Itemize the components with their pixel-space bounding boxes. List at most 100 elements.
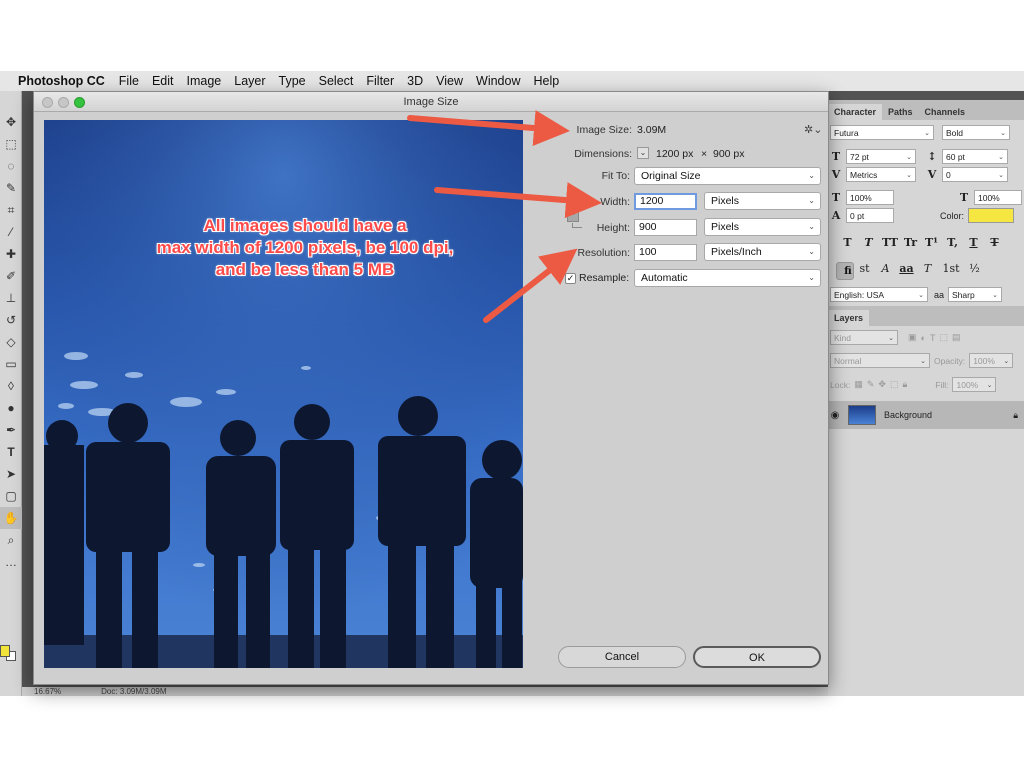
font-size-field[interactable]: 72 pt ⌄ — [846, 149, 916, 164]
gear-icon[interactable]: ✲⌄ — [804, 123, 822, 136]
filter-pixel-icon[interactable]: ▣ — [908, 332, 917, 343]
superscript-button[interactable]: T¹ — [924, 236, 939, 249]
healing-tool-icon[interactable]: ✚ — [0, 243, 22, 265]
baseline-shift-field[interactable]: 0 pt — [846, 208, 894, 223]
lock-artboard-icon[interactable]: ⬚ — [890, 379, 899, 390]
swash-button[interactable]: A — [878, 262, 893, 275]
tracking-field[interactable]: 0 ⌄ — [942, 167, 1008, 182]
zoom-tool-icon[interactable]: ⌕ — [0, 529, 22, 551]
filter-type-icon[interactable]: T — [930, 333, 936, 343]
brush-tool-icon[interactable]: ✐ — [0, 265, 22, 287]
type-tool-icon[interactable]: T — [0, 441, 22, 463]
resolution-unit-select[interactable]: Pixels/Inch ⌄ — [704, 243, 821, 261]
filter-smart-object-icon[interactable]: ▤ — [952, 332, 961, 343]
gradient-tool-icon[interactable]: ▭ — [0, 353, 22, 375]
filter-shape-icon[interactable]: ⬚ — [939, 332, 948, 343]
menu-help[interactable]: Help — [534, 74, 560, 88]
fill-label: Fill: — [935, 379, 949, 390]
menu-edit[interactable]: Edit — [152, 74, 174, 88]
subscript-button[interactable]: T, — [945, 236, 960, 249]
dimensions-unit-chevron-icon[interactable]: ⌄ — [637, 147, 649, 159]
kerning-field[interactable]: Metrics ⌄ — [846, 167, 916, 182]
move-tool-icon[interactable]: ✥ — [0, 111, 22, 133]
width-unit-select[interactable]: Pixels ⌄ — [704, 192, 821, 210]
path-select-tool-icon[interactable]: ➤ — [0, 463, 22, 485]
tab-paths[interactable]: Paths — [882, 104, 919, 120]
lock-pixels-icon[interactable]: ✎ — [867, 379, 875, 390]
tab-layers[interactable]: Layers — [828, 310, 870, 326]
font-style-select[interactable]: Bold ⌄ — [942, 125, 1010, 140]
discretionary-ligatures-button[interactable]: st — [857, 262, 872, 275]
fractions-button[interactable]: ½ — [967, 262, 982, 275]
antialias-select[interactable]: Sharp ⌄ — [948, 287, 1003, 302]
layer-kind-filter[interactable]: Kind ⌄ — [830, 330, 898, 345]
fill-field[interactable]: 100% ⌄ — [952, 377, 997, 392]
dodge-tool-icon[interactable]: ● — [0, 397, 22, 419]
quick-select-tool-icon[interactable]: ✎ — [0, 177, 22, 199]
horizontal-scale-field[interactable]: 100% — [974, 190, 1022, 205]
lock-all-icon[interactable]: 🔒︎ — [902, 379, 907, 390]
menu-window[interactable]: Window — [476, 74, 520, 88]
hand-tool-icon[interactable]: ✋ — [0, 507, 22, 529]
leading-field[interactable]: 60 pt ⌄ — [942, 149, 1008, 164]
text-color-swatch[interactable] — [968, 208, 1015, 223]
titling-alternates-button[interactable]: T — [920, 262, 935, 275]
all-caps-button[interactable]: TT — [882, 236, 898, 249]
menu-filter[interactable]: Filter — [366, 74, 394, 88]
underline-button[interactable]: T — [966, 236, 981, 249]
filter-adjustment-icon[interactable]: ◐ — [921, 333, 926, 343]
marquee-tool-icon[interactable]: ⬚ — [0, 133, 22, 155]
menu-layer[interactable]: Layer — [234, 74, 265, 88]
lock-transparency-icon[interactable]: ▦ — [854, 379, 863, 390]
close-button[interactable] — [42, 97, 53, 108]
resolution-input[interactable]: 100 — [634, 244, 697, 261]
resample-select[interactable]: Automatic ⌄ — [634, 269, 821, 287]
cancel-button[interactable]: Cancel — [558, 646, 686, 668]
tab-channels[interactable]: Channels — [919, 104, 972, 120]
menu-file[interactable]: File — [119, 74, 139, 88]
zoom-button[interactable] — [74, 97, 85, 108]
stylistic-alternates-button[interactable]: aa — [899, 262, 914, 275]
shape-tool-icon[interactable]: ▢ — [0, 485, 22, 507]
ligatures-button[interactable]: fi — [836, 262, 854, 280]
menu-view[interactable]: View — [436, 74, 463, 88]
pen-tool-icon[interactable]: ✒ — [0, 419, 22, 441]
crop-tool-icon[interactable]: ⌗ — [0, 199, 22, 221]
strikethrough-button[interactable]: T — [987, 236, 1002, 249]
font-family-select[interactable]: Futura ⌄ — [830, 125, 934, 140]
blend-mode-select[interactable]: Normal ⌄ — [830, 353, 930, 368]
vertical-scale-field[interactable]: 100% — [846, 190, 894, 205]
visibility-eye-icon[interactable]: ◉ — [828, 410, 842, 421]
height-unit-select[interactable]: Pixels ⌄ — [704, 218, 821, 236]
constrain-proportions-link-icon[interactable]: § — [567, 206, 579, 222]
tab-character[interactable]: Character — [828, 104, 883, 120]
faux-bold-button[interactable]: T — [840, 236, 855, 249]
menu-3d[interactable]: 3D — [407, 74, 423, 88]
faux-italic-button[interactable]: T — [861, 236, 876, 249]
app-menu[interactable]: Photoshop CC — [18, 74, 105, 88]
image-preview[interactable] — [44, 120, 523, 668]
layer-row-background[interactable]: ◉ Background 🔒︎ — [828, 401, 1024, 429]
small-caps-button[interactable]: Tr — [903, 236, 918, 249]
resample-checkbox[interactable]: ✓ — [565, 273, 576, 284]
opacity-field[interactable]: 100% ⌄ — [969, 353, 1014, 368]
lock-position-icon[interactable]: ✥ — [878, 379, 886, 390]
menu-type[interactable]: Type — [279, 74, 306, 88]
stamp-tool-icon[interactable]: ⊥ — [0, 287, 22, 309]
history-brush-tool-icon[interactable]: ↺ — [0, 309, 22, 331]
eraser-tool-icon[interactable]: ◇ — [0, 331, 22, 353]
width-input[interactable]: 1200 — [634, 193, 697, 210]
lasso-tool-icon[interactable]: ◌ — [0, 155, 22, 177]
language-select[interactable]: English: USA ⌄ — [830, 287, 928, 302]
minimize-button[interactable] — [58, 97, 69, 108]
blur-tool-icon[interactable]: ◊ — [0, 375, 22, 397]
height-input[interactable]: 900 — [634, 219, 697, 236]
ok-button[interactable]: OK — [693, 646, 821, 668]
eyedropper-tool-icon[interactable]: ⁄ — [0, 221, 22, 243]
more-tools-icon[interactable]: … — [0, 551, 22, 573]
foreground-color-swatch[interactable] — [0, 645, 10, 657]
fit-to-select[interactable]: Original Size ⌄ — [634, 167, 821, 185]
menu-image[interactable]: Image — [187, 74, 222, 88]
menu-select[interactable]: Select — [319, 74, 354, 88]
ordinals-button[interactable]: 1st — [941, 262, 961, 275]
